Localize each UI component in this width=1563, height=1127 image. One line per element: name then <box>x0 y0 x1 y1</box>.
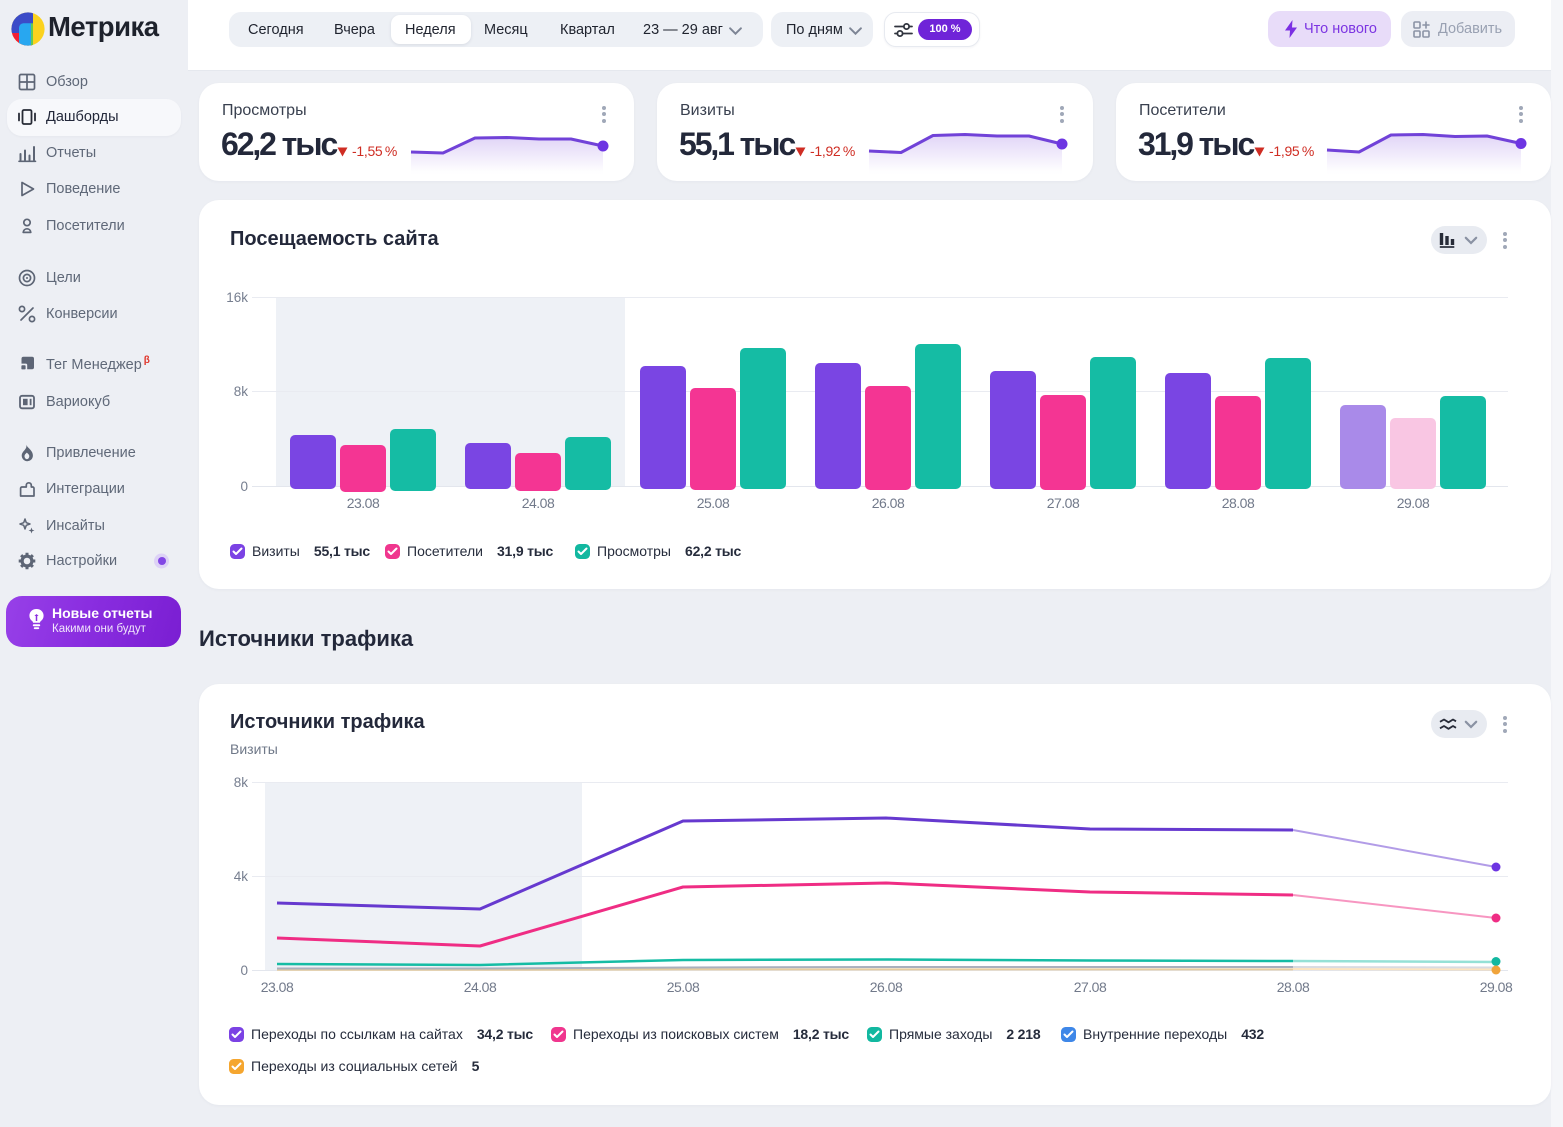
svg-text:28.08: 28.08 <box>1222 495 1255 511</box>
svg-text:23.08: 23.08 <box>261 979 294 995</box>
svg-text:24.08: 24.08 <box>522 495 555 511</box>
svg-text:26.08: 26.08 <box>872 495 905 511</box>
svg-text:25.08: 25.08 <box>667 979 700 995</box>
svg-text:8k: 8k <box>234 775 249 790</box>
svg-text:16k: 16k <box>226 290 248 305</box>
svg-text:23.08: 23.08 <box>347 495 380 511</box>
svg-text:25.08: 25.08 <box>697 495 730 511</box>
svg-text:29.08: 29.08 <box>1480 979 1513 995</box>
svg-text:8k: 8k <box>234 384 249 399</box>
svg-text:29.08: 29.08 <box>1397 495 1430 511</box>
svg-text:26.08: 26.08 <box>870 979 903 995</box>
svg-text:0: 0 <box>240 963 248 978</box>
svg-text:0: 0 <box>240 479 248 494</box>
svg-text:24.08: 24.08 <box>464 979 497 995</box>
svg-text:28.08: 28.08 <box>1277 979 1310 995</box>
svg-text:27.08: 27.08 <box>1047 495 1080 511</box>
svg-text:4k: 4k <box>234 869 249 884</box>
svg-text:27.08: 27.08 <box>1074 979 1107 995</box>
